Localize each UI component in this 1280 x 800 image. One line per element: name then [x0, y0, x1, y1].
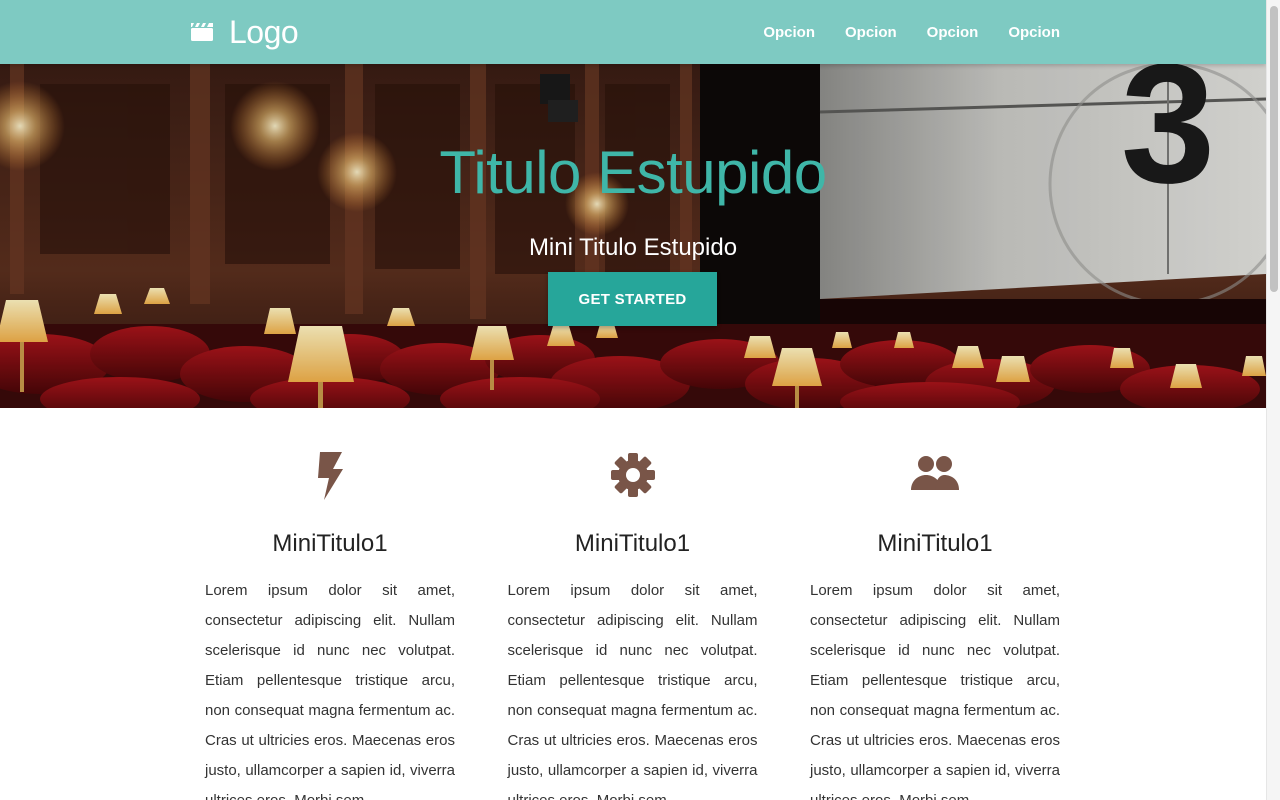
feature-title: MiniTitulo1: [877, 530, 993, 557]
feature-text: Lorem ipsum dolor sit amet, consectetur …: [810, 582, 1060, 800]
feature-text: Lorem ipsum dolor sit amet, consectetur …: [205, 582, 455, 800]
feature-text: Lorem ipsum dolor sit amet, consectetur …: [507, 582, 758, 800]
get-started-button[interactable]: GET STARTED: [548, 272, 717, 326]
feature-title: MiniTitulo1: [272, 530, 388, 557]
group-icon: [810, 452, 1060, 502]
features-section: MiniTitulo1 Lorem ipsum dolor sit amet, …: [205, 408, 1060, 800]
nav-link-opcion-3[interactable]: Opcion: [927, 24, 979, 41]
hero-banner: 3 Titulo Estupido Mini Titulo Estupido G…: [0, 64, 1266, 408]
nav-menu: Opcion Opcion Opcion Opcion: [733, 0, 1060, 64]
gear-icon: [508, 452, 758, 502]
logo-link[interactable]: Logo: [191, 13, 299, 50]
logo-text: Logo: [229, 13, 299, 50]
feature-card: MiniTitulo1 Lorem ipsum dolor sit amet, …: [508, 408, 758, 800]
feature-card: MiniTitulo1 Lorem ipsum dolor sit amet, …: [205, 408, 455, 800]
feature-title: MiniTitulo1: [574, 530, 691, 557]
nav-link-opcion-4[interactable]: Opcion: [1008, 24, 1060, 41]
hero-subtitle: Mini Titulo Estupido: [528, 234, 738, 261]
navbar: Logo Opcion Opcion Opcion Opcion: [0, 0, 1266, 64]
hero-title: Titulo Estupido: [439, 139, 827, 206]
bolt-icon: [205, 452, 455, 502]
page: Logo Opcion Opcion Opcion Opcion 3 Titul…: [0, 0, 1266, 800]
film-clapper-icon: [191, 23, 213, 41]
scrollbar-thumb[interactable]: [1270, 6, 1278, 292]
nav-link-opcion-2[interactable]: Opcion: [845, 24, 897, 41]
vertical-scrollbar[interactable]: [1266, 0, 1280, 800]
feature-card: MiniTitulo1 Lorem ipsum dolor sit amet, …: [810, 408, 1060, 800]
nav-link-opcion-1[interactable]: Opcion: [763, 24, 815, 41]
